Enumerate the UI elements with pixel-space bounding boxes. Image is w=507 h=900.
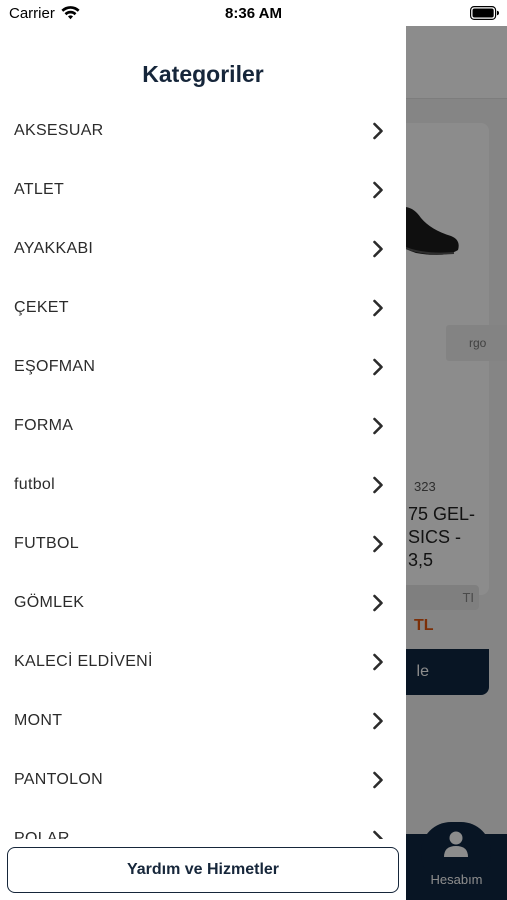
category-item-polar[interactable]: POLAR [0,807,406,839]
chevron-right-icon [373,594,383,612]
chevron-right-icon [373,240,383,258]
category-label: KALECİ ELDİVENİ [14,653,153,670]
category-label: ATLET [14,181,65,198]
chevron-right-icon [373,712,383,730]
category-item-esofman[interactable]: EŞOFMAN [0,335,406,394]
category-label: PANTOLON [14,771,103,788]
category-item-mont[interactable]: MONT [0,689,406,748]
category-label: GÖMLEK [14,594,85,611]
chevron-right-icon [373,476,383,494]
chevron-right-icon [373,653,383,671]
category-item-gomlek[interactable]: GÖMLEK [0,571,406,630]
status-bar: Carrier 8:36 AM [0,0,507,26]
chevron-right-icon [373,122,383,140]
category-item-atlet[interactable]: ATLET [0,158,406,217]
category-label: EŞOFMAN [14,358,96,375]
chevron-right-icon [373,299,383,317]
category-label: FUTBOL [14,535,79,552]
category-label: MONT [14,712,63,729]
category-label: futbol [14,476,55,493]
chevron-right-icon [373,771,383,789]
category-label: AYAKKABI [14,240,94,257]
drawer-title: Kategoriler [142,61,264,87]
battery-icon [470,6,499,20]
category-label: AKSESUAR [14,122,104,139]
category-item-pantolon[interactable]: PANTOLON [0,748,406,807]
category-item-aksesuar[interactable]: AKSESUAR [0,99,406,158]
category-item-ceket[interactable]: ÇEKET [0,276,406,335]
clock: 8:36 AM [225,5,282,22]
category-item-ayakkabi[interactable]: AYAKKABI [0,217,406,276]
category-label: POLAR [14,830,70,839]
drawer-backdrop[interactable] [406,26,507,900]
category-list: AKSESUAR ATLET AYAKKABI ÇEKET EŞOFMAN FO… [0,99,406,839]
help-and-services-button[interactable]: Yardım ve Hizmetler [7,847,399,893]
category-item-kaleci-eldiveni[interactable]: KALECİ ELDİVENİ [0,630,406,689]
category-item-futbol[interactable]: FUTBOL [0,512,406,571]
chevron-right-icon [373,830,383,839]
chevron-right-icon [373,417,383,435]
chevron-right-icon [373,181,383,199]
category-label: FORMA [14,417,74,434]
chevron-right-icon [373,358,383,376]
chevron-right-icon [373,535,383,553]
category-label: ÇEKET [14,299,69,316]
screen: Carrier 8:36 AM rgo 323 75 GEL- SICS - 3… [0,0,507,900]
category-item-futbol-lower[interactable]: futbol [0,453,406,512]
category-drawer: Kategoriler AKSESUAR ATLET AYAKKABI ÇEKE… [0,26,406,900]
category-item-forma[interactable]: FORMA [0,394,406,453]
